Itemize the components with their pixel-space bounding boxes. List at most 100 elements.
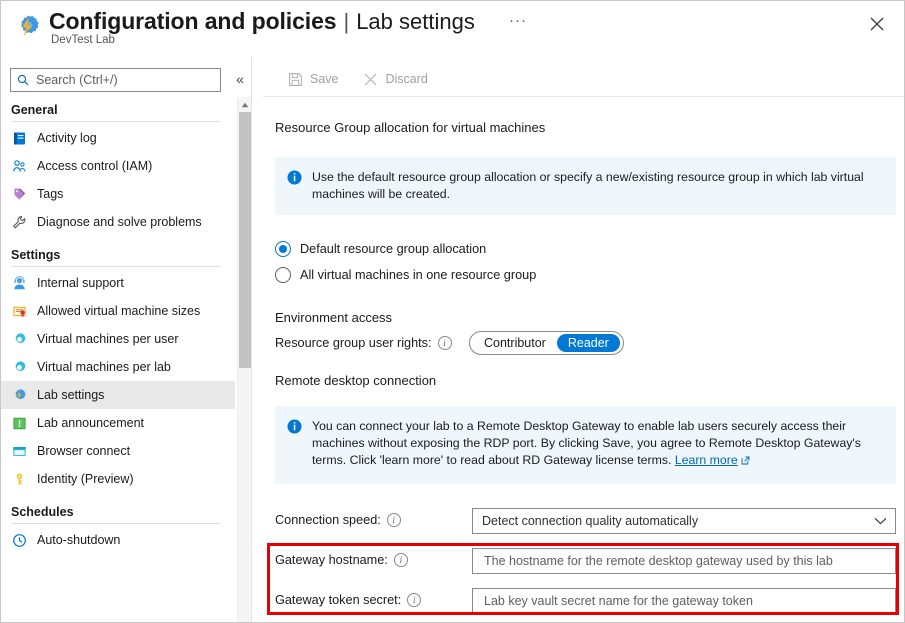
- sidebar-item-label: Virtual machines per user: [37, 332, 179, 346]
- gateway-hostname-input[interactable]: [482, 553, 886, 569]
- radio-default-resource-group-allocation[interactable]: Default resource group allocation: [275, 241, 486, 257]
- search-input[interactable]: [34, 72, 204, 88]
- key-icon: [11, 471, 28, 488]
- gateway-token-secret-label: Gateway token secret:: [275, 593, 402, 607]
- sidebar-item-label: Activity log: [37, 131, 97, 145]
- resource-group-user-rights-label: Resource group user rights:: [275, 336, 432, 350]
- page-subtitle: DevTest Lab: [51, 34, 115, 46]
- search-icon: [17, 74, 29, 86]
- resource-group-info-text: Use the default resource group allocatio…: [312, 170, 864, 201]
- save-disk-icon: [287, 71, 303, 87]
- gateway-hostname-label: Gateway hostname:: [275, 553, 388, 567]
- clock-icon: [11, 532, 28, 549]
- sidebar-item-label: Lab settings: [37, 388, 105, 402]
- more-options-button[interactable]: ···: [505, 13, 531, 29]
- sidebar-item-label: Lab announcement: [37, 416, 145, 430]
- remote-desktop-section-title: Remote desktop connection: [275, 373, 437, 388]
- access-control-people-icon: [11, 158, 28, 175]
- page-title-main: Configuration and policies: [49, 8, 337, 34]
- search-box[interactable]: [10, 68, 221, 92]
- sidebar-item-allowed-vm-sizes[interactable]: Allowed virtual machine sizes: [1, 297, 235, 325]
- gateway-token-secret-row: Gateway token secret: i: [275, 593, 422, 607]
- save-button[interactable]: Save: [279, 67, 347, 91]
- gateway-token-secret-input[interactable]: [482, 593, 886, 609]
- info-circle-icon: [287, 419, 302, 439]
- sidebar-item-vms-per-lab[interactable]: Virtual machines per lab: [1, 353, 235, 381]
- resource-group-user-rights-toggle[interactable]: Contributor Reader: [469, 331, 624, 355]
- discard-label: Discard: [385, 72, 428, 86]
- sidebar-item-label: Internal support: [37, 276, 124, 290]
- radio-all-vms-one-resource-group[interactable]: All virtual machines in one resource gro…: [275, 267, 536, 283]
- azure-portal-blade: Configuration and policies | Lab setting…: [0, 0, 905, 623]
- sidebar-item-internal-support[interactable]: Internal support: [1, 269, 235, 297]
- gear-icon: [11, 331, 28, 348]
- sidebar-group-label-settings: Settings: [11, 248, 61, 262]
- sidebar-item-label: Virtual machines per lab: [37, 360, 171, 374]
- connection-speed-row: Connection speed: i: [275, 513, 401, 527]
- gateway-token-secret-field[interactable]: [472, 588, 896, 614]
- browser-window-icon: [11, 443, 28, 460]
- page-title-section: Lab settings: [356, 9, 475, 34]
- sidebar-item-identity-preview[interactable]: Identity (Preview): [1, 465, 235, 493]
- connection-speed-label: Connection speed:: [275, 513, 381, 527]
- gateway-hostname-field[interactable]: [472, 548, 896, 574]
- remote-desktop-info-text: You can connect your lab to a Remote Des…: [312, 418, 882, 470]
- chevron-down-icon: [874, 512, 887, 530]
- command-bar-divider: [263, 96, 904, 97]
- radio-label: Default resource group allocation: [300, 242, 487, 256]
- certificate-icon: [11, 303, 28, 320]
- sidebar-group-label-schedules: Schedules: [11, 505, 74, 519]
- connection-speed-dropdown[interactable]: Detect connection quality automatically: [472, 508, 896, 534]
- close-x-icon: [363, 71, 379, 87]
- sidebar-item-label: Auto-shutdown: [37, 533, 121, 547]
- toggle-option-contributor[interactable]: Contributor: [473, 334, 557, 352]
- learn-more-link[interactable]: Learn more: [675, 453, 738, 467]
- wrench-icon: [11, 214, 28, 231]
- tags-icon: [11, 186, 28, 203]
- sidebar-item-vms-per-user[interactable]: Virtual machines per user: [1, 325, 235, 353]
- info-tooltip-icon[interactable]: i: [386, 513, 401, 527]
- close-icon[interactable]: [862, 9, 892, 39]
- sidebar-item-label: Access control (IAM): [37, 159, 153, 173]
- gateway-hostname-row: Gateway hostname: i: [275, 553, 408, 567]
- sidebar-item-diagnose-solve-problems[interactable]: Diagnose and solve problems: [1, 208, 235, 236]
- environment-access-section-title: Environment access: [275, 310, 393, 325]
- external-link-icon: [741, 453, 750, 470]
- collapse-sidebar-button[interactable]: «: [231, 71, 249, 87]
- sidebar-scrollbar[interactable]: [237, 97, 252, 622]
- sidebar-item-access-control[interactable]: Access control (IAM): [1, 152, 235, 180]
- info-tooltip-icon[interactable]: i: [437, 336, 452, 350]
- remote-desktop-info-body: You can connect your lab to a Remote Des…: [312, 419, 861, 467]
- sidebar-item-auto-shutdown[interactable]: Auto-shutdown: [1, 526, 235, 554]
- page-title: Configuration and policies | Lab setting…: [49, 6, 475, 37]
- page-title-separator: |: [343, 9, 350, 34]
- devtest-lab-gear-bolt-icon: [13, 13, 43, 43]
- radio-label: All virtual machines in one resource gro…: [300, 268, 537, 282]
- sidebar-group-label-general: General: [11, 103, 58, 117]
- sidebar-item-lab-announcement[interactable]: Lab announcement: [1, 409, 235, 437]
- info-tooltip-icon[interactable]: i: [393, 553, 408, 567]
- scroll-up-arrow-icon[interactable]: [238, 99, 252, 111]
- radio-indicator: [275, 267, 291, 283]
- info-circle-icon: [287, 170, 302, 190]
- sidebar-item-lab-settings[interactable]: Lab settings: [1, 381, 235, 409]
- remote-desktop-info-banner: You can connect your lab to a Remote Des…: [275, 406, 896, 484]
- resource-group-section-title: Resource Group allocation for virtual ma…: [275, 120, 546, 135]
- sidebar-item-label: Identity (Preview): [37, 472, 134, 486]
- sidebar-divider: [11, 523, 221, 524]
- sidebar-divider: [11, 121, 221, 122]
- connection-speed-value: Detect connection quality automatically: [482, 514, 699, 528]
- pane-divider: [251, 57, 252, 622]
- sidebar-item-browser-connect[interactable]: Browser connect: [1, 437, 235, 465]
- sidebar-item-label: Tags: [37, 187, 64, 201]
- sidebar-item-label: Browser connect: [37, 444, 131, 458]
- info-tooltip-icon[interactable]: i: [407, 593, 422, 607]
- toggle-option-reader[interactable]: Reader: [556, 334, 620, 352]
- resource-group-user-rights-row: Resource group user rights: i: [275, 336, 452, 350]
- scrollbar-thumb[interactable]: [239, 112, 251, 368]
- sidebar-item-tags[interactable]: Tags: [1, 180, 235, 208]
- sidebar-navigation: General Activity log Access control (IAM…: [1, 97, 235, 622]
- sidebar-divider: [11, 266, 221, 267]
- discard-button[interactable]: Discard: [355, 67, 436, 91]
- sidebar-item-activity-log[interactable]: Activity log: [1, 124, 235, 152]
